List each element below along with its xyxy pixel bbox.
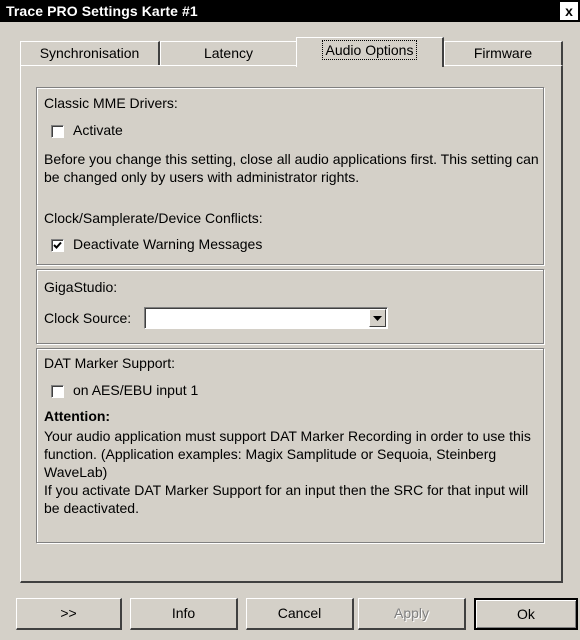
apply-button-label: Apply [393, 605, 430, 621]
ok-button-label: Ok [517, 606, 535, 622]
cancel-button-label: Cancel [277, 605, 322, 621]
tab-audio-options[interactable]: Audio Options [296, 37, 444, 67]
dat-marker-group: DAT Marker Support: on AES/EBU input 1 A… [36, 348, 544, 543]
aes-ebu-label[interactable]: on AES/EBU input 1 [73, 382, 198, 398]
info-button-label: Info [171, 605, 196, 621]
mme-group: Classic MME Drivers: Activate Before you… [36, 87, 544, 265]
mme-heading: Classic MME Drivers: [44, 95, 178, 111]
info-button[interactable]: Info [130, 598, 238, 630]
clock-source-select[interactable] [144, 307, 388, 329]
chevron-down-icon [373, 316, 382, 321]
deactivate-warnings-checkbox[interactable] [51, 239, 64, 252]
tab-synchronisation[interactable]: Synchronisation [20, 41, 160, 65]
attention-src-note: If you activate DAT Marker Support for a… [44, 482, 529, 516]
gigastudio-group: GigaStudio: Clock Source: [36, 269, 544, 344]
more-button[interactable]: >> [16, 598, 122, 630]
cancel-button[interactable]: Cancel [246, 598, 354, 630]
close-button[interactable]: x [560, 2, 578, 20]
tab-firmware-label: Firmware [473, 45, 533, 61]
tab-firmware[interactable]: Firmware [444, 41, 563, 65]
tab-latency[interactable]: Latency [160, 41, 298, 65]
attention-text: Your audio application must support DAT … [44, 428, 531, 480]
checkmark-icon [53, 241, 62, 249]
dat-heading: DAT Marker Support: [44, 355, 175, 371]
clock-source-dropdown-button[interactable] [369, 309, 386, 327]
aes-ebu-checkbox[interactable] [51, 385, 64, 398]
gigastudio-heading: GigaStudio: [44, 279, 118, 295]
tab-audio-options-label: Audio Options [321, 40, 418, 60]
activate-checkbox[interactable] [51, 125, 64, 138]
conflicts-heading: Clock/Samplerate/Device Conflicts: [44, 210, 263, 226]
more-button-label: >> [60, 605, 77, 621]
activate-label[interactable]: Activate [73, 122, 123, 138]
clock-source-label: Clock Source: [44, 310, 132, 326]
deactivate-warnings-label[interactable]: Deactivate Warning Messages [73, 236, 262, 252]
apply-button: Apply [358, 598, 466, 630]
ok-button[interactable]: Ok [474, 598, 578, 630]
audio-options-panel: Classic MME Drivers: Activate Before you… [20, 65, 563, 583]
attention-label: Attention: [44, 408, 111, 424]
tab-synchronisation-label: Synchronisation [39, 45, 140, 61]
window-title: Trace PRO Settings Karte #1 [6, 3, 198, 19]
title-bar[interactable]: Trace PRO Settings Karte #1 x [0, 0, 580, 22]
settings-dialog: Trace PRO Settings Karte #1 x Synchronis… [0, 0, 580, 640]
tab-latency-label: Latency [203, 45, 254, 61]
mme-note: Before you change this setting, close al… [44, 151, 539, 185]
